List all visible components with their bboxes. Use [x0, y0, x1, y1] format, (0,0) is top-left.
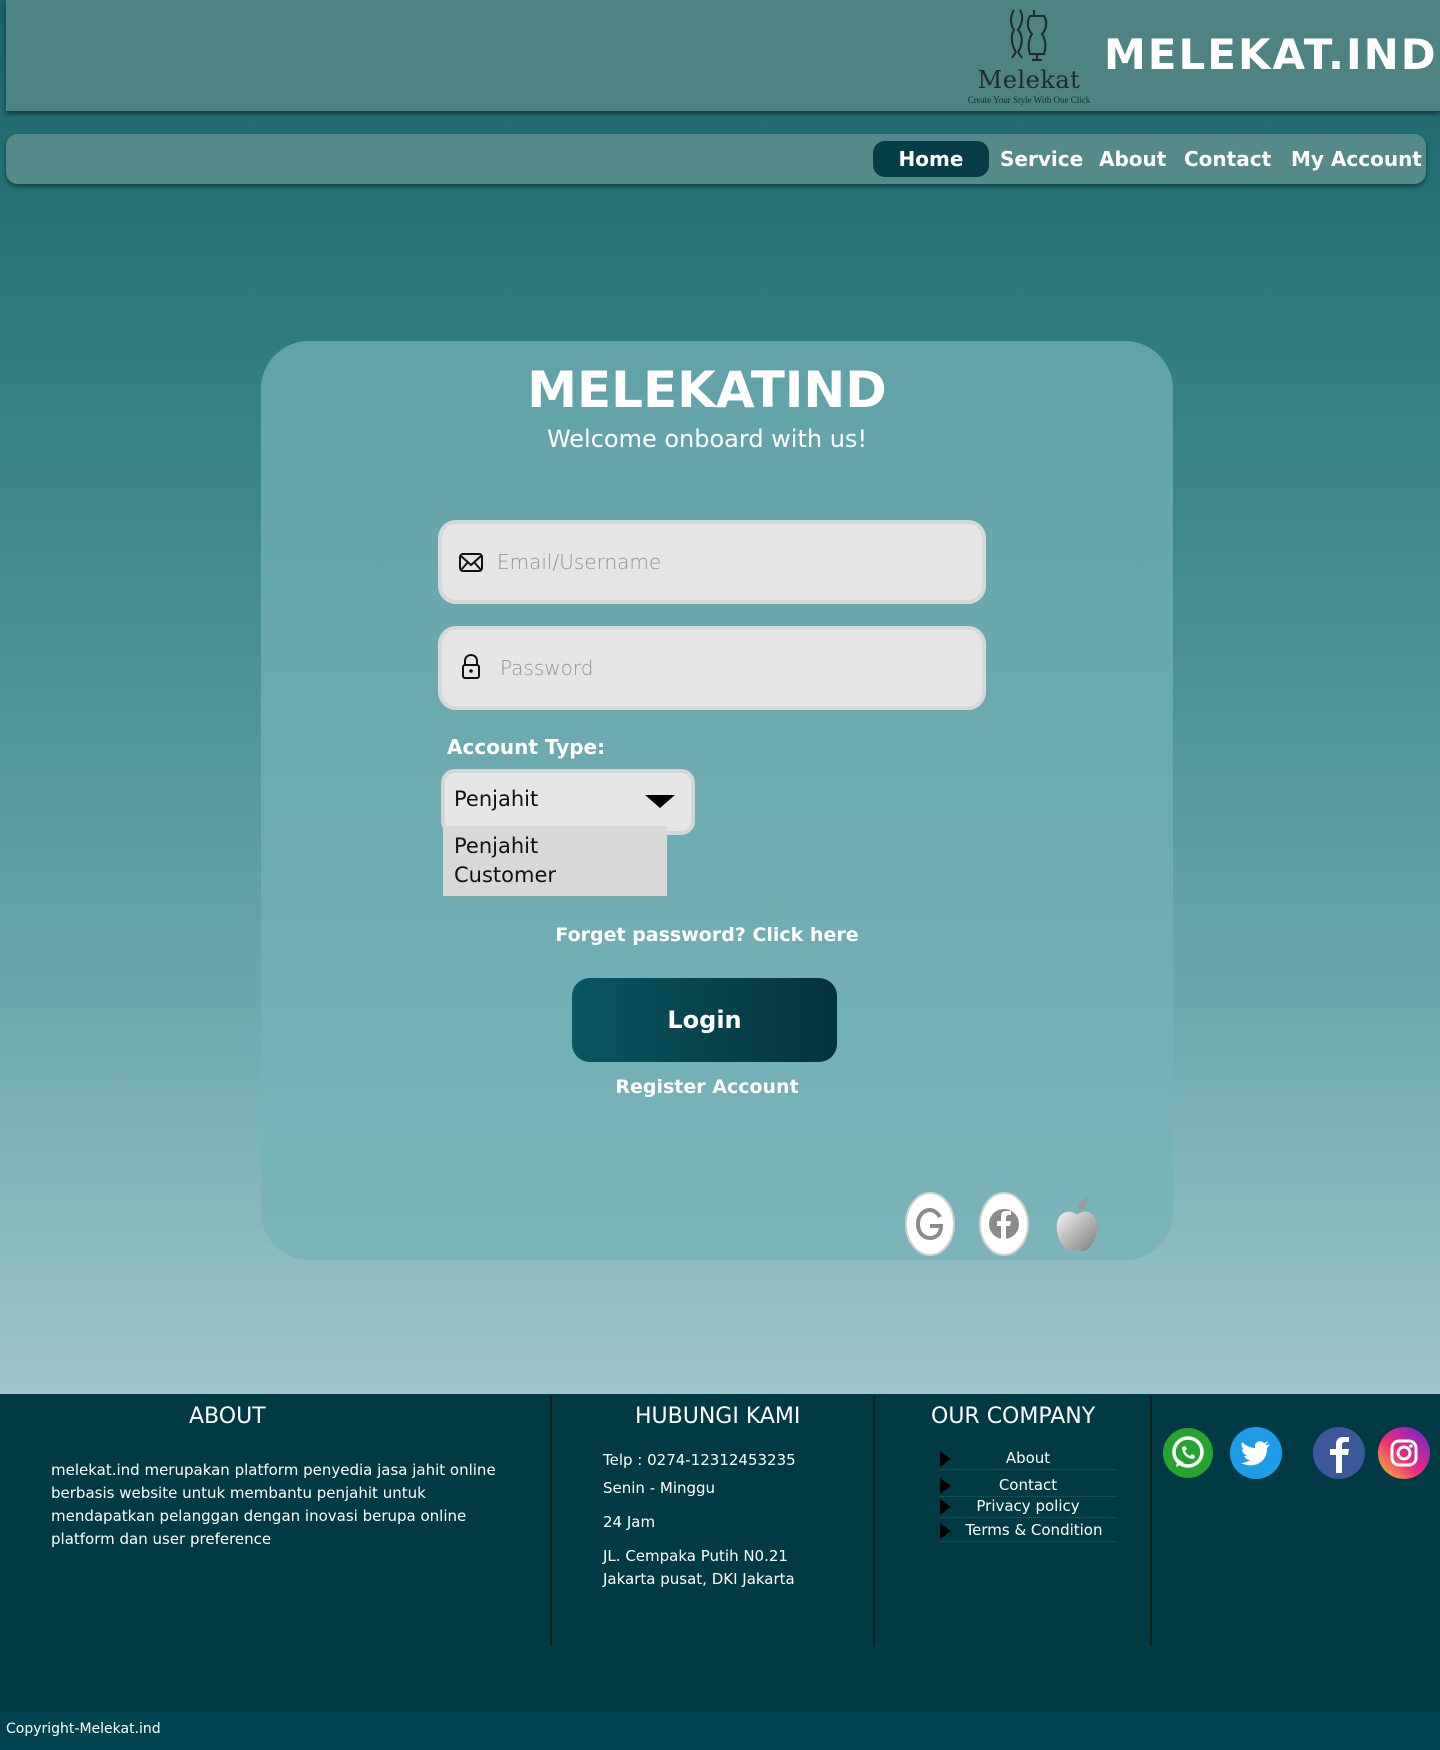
account-type-dropdown: Penjahit Customer — [443, 826, 667, 896]
login-subtitle: Welcome onboard with us! — [546, 425, 868, 453]
logo-tagline: Create Your Style With One Click — [967, 95, 1091, 105]
register-account-link[interactable]: Register Account — [261, 1076, 1153, 1098]
password-input[interactable] — [500, 648, 970, 688]
footer-link-terms[interactable]: Terms & Condition — [940, 1520, 1116, 1542]
twitter-icon[interactable] — [1230, 1427, 1282, 1479]
footer-link-contact[interactable]: Contact — [940, 1475, 1116, 1497]
footer-contact-title: HUBUNGI KAMI — [635, 1404, 801, 1429]
brand-title: MELEKAT.IND — [1104, 30, 1438, 79]
google-icon[interactable] — [904, 1191, 956, 1257]
footer-address-line2: Jakarta pusat, DKI Jakarta — [603, 1570, 795, 1588]
whatsapp-icon[interactable] — [1162, 1427, 1214, 1479]
account-type-selected: Penjahit — [454, 787, 539, 811]
login-title: MELEKATIND — [527, 361, 887, 419]
mail-icon — [459, 553, 483, 572]
footer-link-about[interactable]: About — [940, 1448, 1116, 1470]
footer-link-privacy[interactable]: Privacy policy — [940, 1496, 1116, 1518]
lock-icon — [462, 653, 480, 679]
main-navbar: Home Service About Contact My Account — [6, 134, 1426, 184]
tailor-mannequin-logo-icon — [1010, 9, 1048, 61]
footer-hours: 24 Jam — [603, 1513, 656, 1531]
copyright-text: Copyright-Melekat.ind — [6, 1721, 161, 1737]
footer-phone: Telp : 0274-12312453235 — [603, 1451, 796, 1469]
facebook-icon[interactable] — [978, 1191, 1030, 1257]
footer-about-text: melekat.ind merupakan platform penyedia … — [51, 1461, 496, 1548]
footer-company-title: OUR COMPANY — [931, 1404, 1096, 1429]
footer-about-title: ABOUT — [189, 1404, 266, 1429]
forget-password-link[interactable]: Forget password? Click here — [261, 924, 1153, 946]
nav-about[interactable]: About — [1099, 141, 1166, 177]
logo-name: Melekat — [977, 66, 1081, 94]
footer-divider — [873, 1396, 875, 1646]
login-card: MELEKATIND Welcome onboard with us! Acco… — [261, 341, 1173, 1260]
footer-divider — [1150, 1396, 1152, 1646]
nav-service[interactable]: Service — [1000, 141, 1083, 177]
copyright-bar: Copyright-Melekat.ind — [0, 1712, 1440, 1750]
footer-divider — [550, 1396, 552, 1646]
nav-my-account[interactable]: My Account — [1291, 141, 1422, 177]
email-input[interactable] — [497, 542, 967, 582]
password-field — [438, 626, 986, 710]
option-customer[interactable]: Customer — [443, 861, 667, 890]
footer: ABOUT melekat.ind merupakan platform pen… — [0, 1394, 1440, 1712]
login-button[interactable]: Login — [572, 978, 837, 1062]
nav-home[interactable]: Home — [873, 141, 989, 177]
account-type-label: Account Type: — [447, 735, 606, 759]
top-header: Melekat Create Your Style With One Click… — [6, 0, 1440, 111]
footer-address-line1: JL. Cempaka Putih N0.21 — [603, 1547, 788, 1565]
facebook-icon[interactable] — [1313, 1427, 1365, 1479]
apple-icon[interactable] — [1051, 1191, 1103, 1257]
footer-days: Senin - Minggu — [603, 1479, 716, 1497]
option-penjahit[interactable]: Penjahit — [443, 832, 667, 861]
instagram-icon[interactable] — [1378, 1427, 1430, 1479]
nav-contact[interactable]: Contact — [1184, 141, 1271, 177]
email-field — [438, 520, 986, 604]
dropdown-arrow-icon[interactable] — [645, 795, 675, 808]
